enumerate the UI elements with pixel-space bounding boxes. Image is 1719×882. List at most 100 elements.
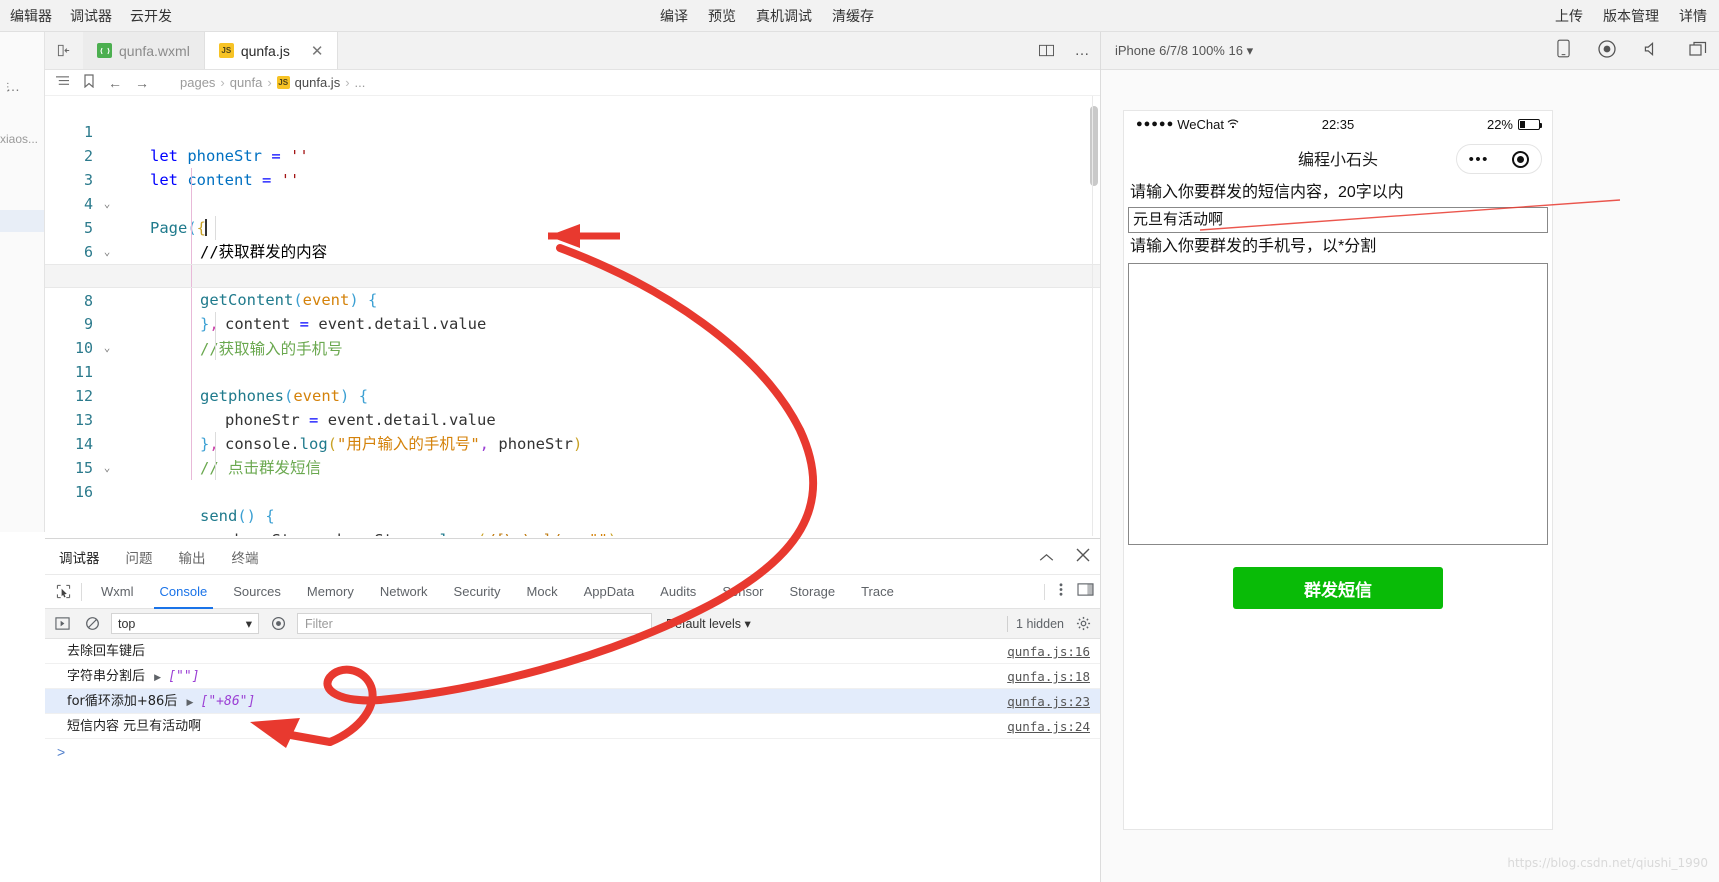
devtools-tab-trace[interactable]: Trace [848,575,907,609]
menu-item-real-device-debug[interactable]: 真机调试 [756,6,812,26]
gear-icon[interactable] [1072,613,1094,635]
more-actions-icon[interactable]: … [1064,32,1100,69]
console-input-prompt[interactable]: > [45,739,1100,765]
volume-icon[interactable] [1644,41,1661,62]
close-icon[interactable] [1076,548,1090,566]
dock-side-icon[interactable] [1077,582,1094,602]
execute-icon[interactable] [51,613,73,635]
bookmark-icon[interactable] [83,74,95,91]
panel-tab-problems[interactable]: 问题 [126,547,153,567]
console-context-select[interactable]: top ▾ [111,613,259,634]
devtools-tab-wxml[interactable]: Wxml [88,575,147,609]
console-levels-dropdown[interactable]: Default levels ▾ [666,616,751,631]
simulator-toolbar: iPhone 6/7/8 100% 16 ▾ [1101,32,1719,70]
code-editor[interactable]: 1 let phoneStr = '' 2 let content = '' 3… [45,96,1100,536]
kebab-menu-icon[interactable] [1059,582,1063,602]
menu-item-cloud-dev[interactable]: 云开发 [130,6,172,26]
split-editor-icon[interactable] [45,32,83,69]
line-content: send() { [200,507,275,525]
menu-item-clear-cache[interactable]: 清缓存 [832,6,874,26]
console-log-row[interactable]: 去除回车键后 qunfa.js:16 [45,639,1100,664]
breadcrumb-item-qunfa[interactable]: qunfa [230,75,263,90]
top-menu-center-group: 编译 预览 真机调试 清缓存 [660,0,874,32]
devtools-tab-storage[interactable]: Storage [777,575,849,609]
console-log-source-link[interactable]: qunfa.js:24 [1007,714,1090,739]
code-line: 8 //获取输入的手机号 [45,264,1100,358]
rail-selected-item[interactable] [0,210,44,232]
simulator-stage: ●●●●● WeChat 22:35 22% 编程小石头 ••• 请输入你要群发… [1101,70,1719,882]
multi-window-icon[interactable] [1689,41,1707,62]
wechat-capsule-button[interactable]: ••• [1456,144,1542,174]
capsule-menu-icon[interactable]: ••• [1469,151,1489,168]
code-line: 7 }, [45,240,1100,333]
panel-tab-output[interactable]: 输出 [179,547,206,567]
menu-item-editor[interactable]: 编辑器 [10,6,52,26]
sms-content-input[interactable]: 元旦有活动啊 [1128,207,1548,233]
record-icon[interactable] [1598,39,1616,63]
editor-tab-qunfa-js[interactable]: JS qunfa.js ✕ [204,32,339,69]
breadcrumb-item-pages[interactable]: pages [180,75,215,90]
split-pane-icon[interactable] [1028,32,1064,69]
devtools-tab-security[interactable]: Security [441,575,514,609]
editor-tab-label: qunfa.js [240,42,290,59]
menu-item-upload[interactable]: 上传 [1555,6,1583,26]
panel-tab-terminal[interactable]: 终端 [232,547,259,567]
indent-guide [191,384,192,408]
nav-forward-icon[interactable]: → [135,75,149,91]
target-icon[interactable] [1512,150,1530,168]
console-log-row[interactable]: 短信内容 元旦有活动啊 qunfa.js:24 [45,714,1100,739]
devtools-tab-network[interactable]: Network [367,575,441,609]
live-expression-icon[interactable] [267,613,289,635]
devtools-tab-sensor[interactable]: Sensor [709,575,776,609]
expand-triangle-icon[interactable]: ▶ [186,698,193,708]
devtools-tab-memory[interactable]: Memory [294,575,367,609]
indent-guide [215,456,216,480]
devtools-tab-sources[interactable]: Sources [220,575,294,609]
nav-back-icon[interactable]: ← [108,75,122,91]
mini-program-body: 请输入你要群发的短信内容，20字以内 元旦有活动啊 请输入你要群发的手机号，以*… [1124,179,1552,609]
divider [81,582,82,601]
console-log-source-link[interactable]: qunfa.js:18 [1007,664,1090,689]
devtools-tab-mock[interactable]: Mock [514,575,571,609]
chevron-up-icon[interactable] [1039,549,1054,566]
console-log-source-link[interactable]: qunfa.js:16 [1007,639,1090,664]
console-filter-input[interactable]: Filter [297,613,652,634]
expand-triangle-icon[interactable]: ▶ [154,673,161,683]
breadcrumb-item-more[interactable]: ... [355,75,366,90]
outline-icon[interactable] [55,75,70,91]
devtools-tab-console[interactable]: Console [147,575,221,609]
menu-item-preview[interactable]: 预览 [708,6,736,26]
close-icon[interactable]: ✕ [311,42,324,60]
indent-guide [191,216,192,240]
code-line: 5 ⌄ getContent(event) { [45,192,1100,309]
phone-nav-bar: 编程小石头 ••• [1124,137,1552,179]
code-line: 4 //获取群发的内容 [45,168,1100,261]
sidebar-overflow-dots[interactable]: … [6,78,20,94]
inspect-cursor-icon[interactable] [45,584,81,599]
menu-item-debugger[interactable]: 调试器 [70,6,112,26]
console-hidden-count: 1 hidden [1016,616,1064,631]
clear-console-icon[interactable] [81,613,103,635]
breadcrumb-separator: › [345,75,350,90]
send-sms-button[interactable]: 群发短信 [1233,567,1443,609]
devtools-tab-appdata[interactable]: AppData [571,575,648,609]
panel-tab-debugger[interactable]: 调试器 [59,547,100,578]
phone-rotate-icon[interactable] [1557,39,1570,63]
breadcrumb: ← → pages › qunfa › JS qunfa.js › ... [45,70,1100,96]
simulator-device-selector[interactable]: iPhone 6/7/8 100% 16 ▾ [1115,43,1253,59]
menu-item-version-manage[interactable]: 版本管理 [1603,6,1659,26]
console-log-message: for循环添加+86后 [67,694,178,709]
menu-item-details[interactable]: 详情 [1679,6,1707,26]
breadcrumb-item-file[interactable]: qunfa.js [295,75,341,90]
console-log-row[interactable]: for循环添加+86后 ▶ ["+86"] qunfa.js:23 [45,689,1100,714]
top-menu-bar: 编辑器 调试器 云开发 编译 预览 真机调试 清缓存 上传 版本管理 详情 [0,0,1719,32]
console-log-source-link[interactable]: qunfa.js:23 [1007,689,1090,714]
console-log-message: 短信内容 元旦有活动啊 [67,719,202,734]
console-log-row[interactable]: 字符串分割后 ▶ [""] qunfa.js:18 [45,664,1100,689]
devtools-tab-audits[interactable]: Audits [647,575,709,609]
top-menu-right-group: 上传 版本管理 详情 [1555,0,1707,32]
js-file-icon: JS [218,43,234,58]
phone-numbers-textarea[interactable] [1128,263,1548,545]
editor-tab-qunfa-wxml[interactable]: qunfa.wxml [83,32,205,69]
menu-item-compile[interactable]: 编译 [660,6,688,26]
